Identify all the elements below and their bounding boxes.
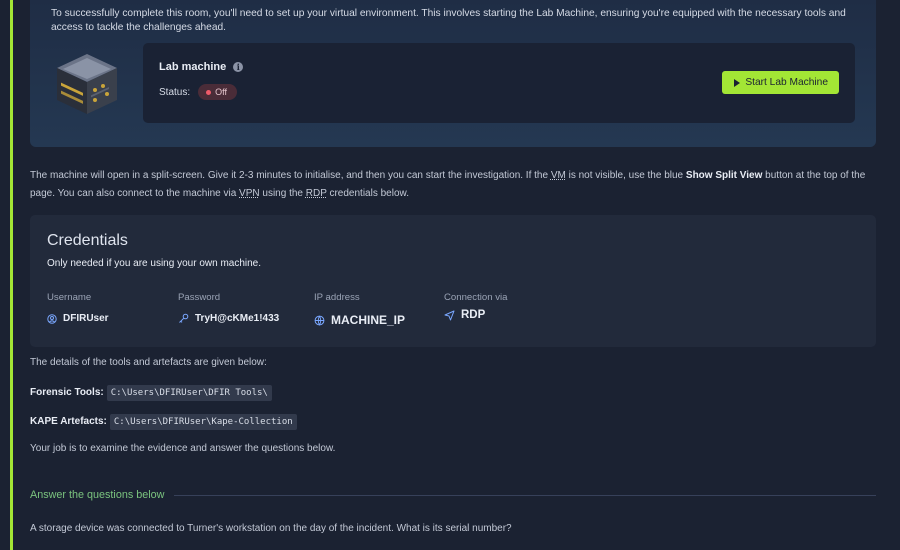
credential-value-row[interactable]: MACHINE_IP xyxy=(314,313,405,327)
environment-intro: To successfully complete this room, you'… xyxy=(51,8,846,33)
kape-artefacts-path: C:\Users\DFIRUser\Kape-Collection xyxy=(109,413,297,430)
start-lab-machine-label: Start Lab Machine xyxy=(745,77,828,88)
credential-value-row[interactable]: TryH@cKMe1!433 xyxy=(178,313,279,324)
lab-machine-server-icon xyxy=(51,48,123,120)
credential-label: IP address xyxy=(314,292,360,303)
lab-machine-panel: Lab machine i Status: Off Start Lab Mach… xyxy=(143,43,855,123)
status-dot-icon xyxy=(206,89,212,95)
show-split-view-text: Show Split View xyxy=(685,170,763,181)
credentials-title: Credentials xyxy=(47,232,128,249)
credential-username: Username DFIRUser xyxy=(47,292,109,324)
credential-label: Username xyxy=(47,292,92,303)
question-text: A storage device was connected to Turner… xyxy=(30,523,512,534)
main-content: To successfully complete this room, you'… xyxy=(30,0,876,534)
connection-value: RDP xyxy=(461,309,486,321)
environment-card: To successfully complete this room, you'… xyxy=(30,0,876,147)
kape-artefacts-line: KAPE Artefacts: C:\Users\DFIRUser\Kape-C… xyxy=(30,407,876,436)
vm-abbr: VM xyxy=(550,170,566,181)
split-info-text: is not visible, use the blue xyxy=(565,170,686,181)
credentials-card: Credentials Only needed if you are using… xyxy=(30,215,876,347)
ip-address-value: MACHINE_IP xyxy=(331,313,406,327)
credential-password: Password TryH@cKMe1!433 xyxy=(178,292,279,324)
credential-label: Password xyxy=(178,292,221,303)
user-icon xyxy=(47,313,57,324)
credentials-grid: Username DFIRUser Password TryH@cKMe1!43… xyxy=(47,292,859,332)
send-icon xyxy=(444,310,455,321)
questions-divider xyxy=(174,494,876,496)
forensic-tools-line: Forensic Tools: C:\Users\DFIRUser\DFIR T… xyxy=(30,378,876,407)
questions-header: Answer the questions below xyxy=(30,489,876,501)
info-icon[interactable]: i xyxy=(233,62,244,72)
split-info-text: The machine will open in a split-screen.… xyxy=(30,170,551,181)
forensic-tools-label: Forensic Tools: xyxy=(30,387,104,398)
rdp-abbr: RDP xyxy=(305,188,327,199)
status-label: Status: xyxy=(159,86,191,98)
credential-ip-address: IP address MACHINE_IP xyxy=(314,292,405,327)
split-screen-info: The machine will open in a split-screen.… xyxy=(30,167,876,203)
play-icon xyxy=(734,78,741,87)
status-value: Off xyxy=(215,87,227,97)
lab-machine-title-text: Lab machine xyxy=(159,61,227,73)
questions-title: Answer the questions below xyxy=(30,489,165,501)
tools-intro: The details of the tools and artefacts a… xyxy=(30,357,267,368)
left-accent-rail xyxy=(10,0,13,550)
forensic-tools-path: C:\Users\DFIRUser\DFIR Tools\ xyxy=(106,384,272,401)
password-value: TryH@cKMe1!433 xyxy=(195,313,280,324)
credential-value-row: RDP xyxy=(444,309,507,321)
network-icon xyxy=(314,315,325,326)
key-icon xyxy=(178,313,189,324)
credential-value-row[interactable]: DFIRUser xyxy=(47,313,109,324)
credentials-subtitle: Only needed if you are using your own ma… xyxy=(47,258,262,269)
start-lab-machine-button[interactable]: Start Lab Machine xyxy=(722,71,839,94)
kape-artefacts-label: KAPE Artefacts: xyxy=(30,416,107,427)
split-info-text: using the xyxy=(259,188,306,199)
split-info-text: credentials below. xyxy=(326,188,409,199)
username-value: DFIRUser xyxy=(63,313,109,324)
lab-row: Lab machine i Status: Off Start Lab Mach… xyxy=(51,43,856,123)
credential-connection: Connection via RDP xyxy=(444,292,507,321)
job-description: Your job is to examine the evidence and … xyxy=(30,443,336,454)
vpn-abbr: VPN xyxy=(239,188,260,199)
credential-label: Connection via xyxy=(444,292,508,303)
status-badge: Off xyxy=(198,84,237,100)
